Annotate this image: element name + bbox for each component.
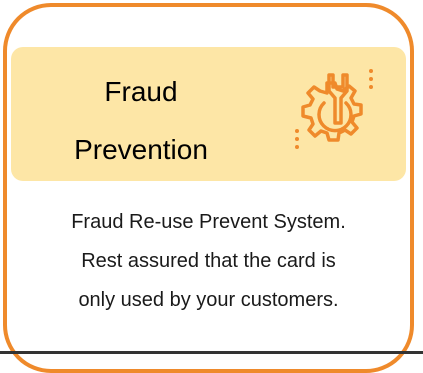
- description-line-3: only used by your customers.: [78, 289, 339, 311]
- card-description: Fraud Re-use Prevent System. Rest assure…: [7, 203, 410, 320]
- gear-wrench-icon: [277, 53, 397, 173]
- fraud-prevention-card: Fraud Prevention Fraud Re-use Prevent Sy…: [3, 3, 414, 373]
- card-title-line-1: Fraud: [104, 76, 178, 107]
- description-line-1: Fraud Re-use Prevent System.: [71, 211, 346, 233]
- card-title-line-2: Prevention: [74, 134, 208, 165]
- description-line-2: Rest assured that the card is: [81, 250, 336, 272]
- card-title: Fraud Prevention: [51, 63, 231, 179]
- card-header: Fraud Prevention: [11, 47, 406, 181]
